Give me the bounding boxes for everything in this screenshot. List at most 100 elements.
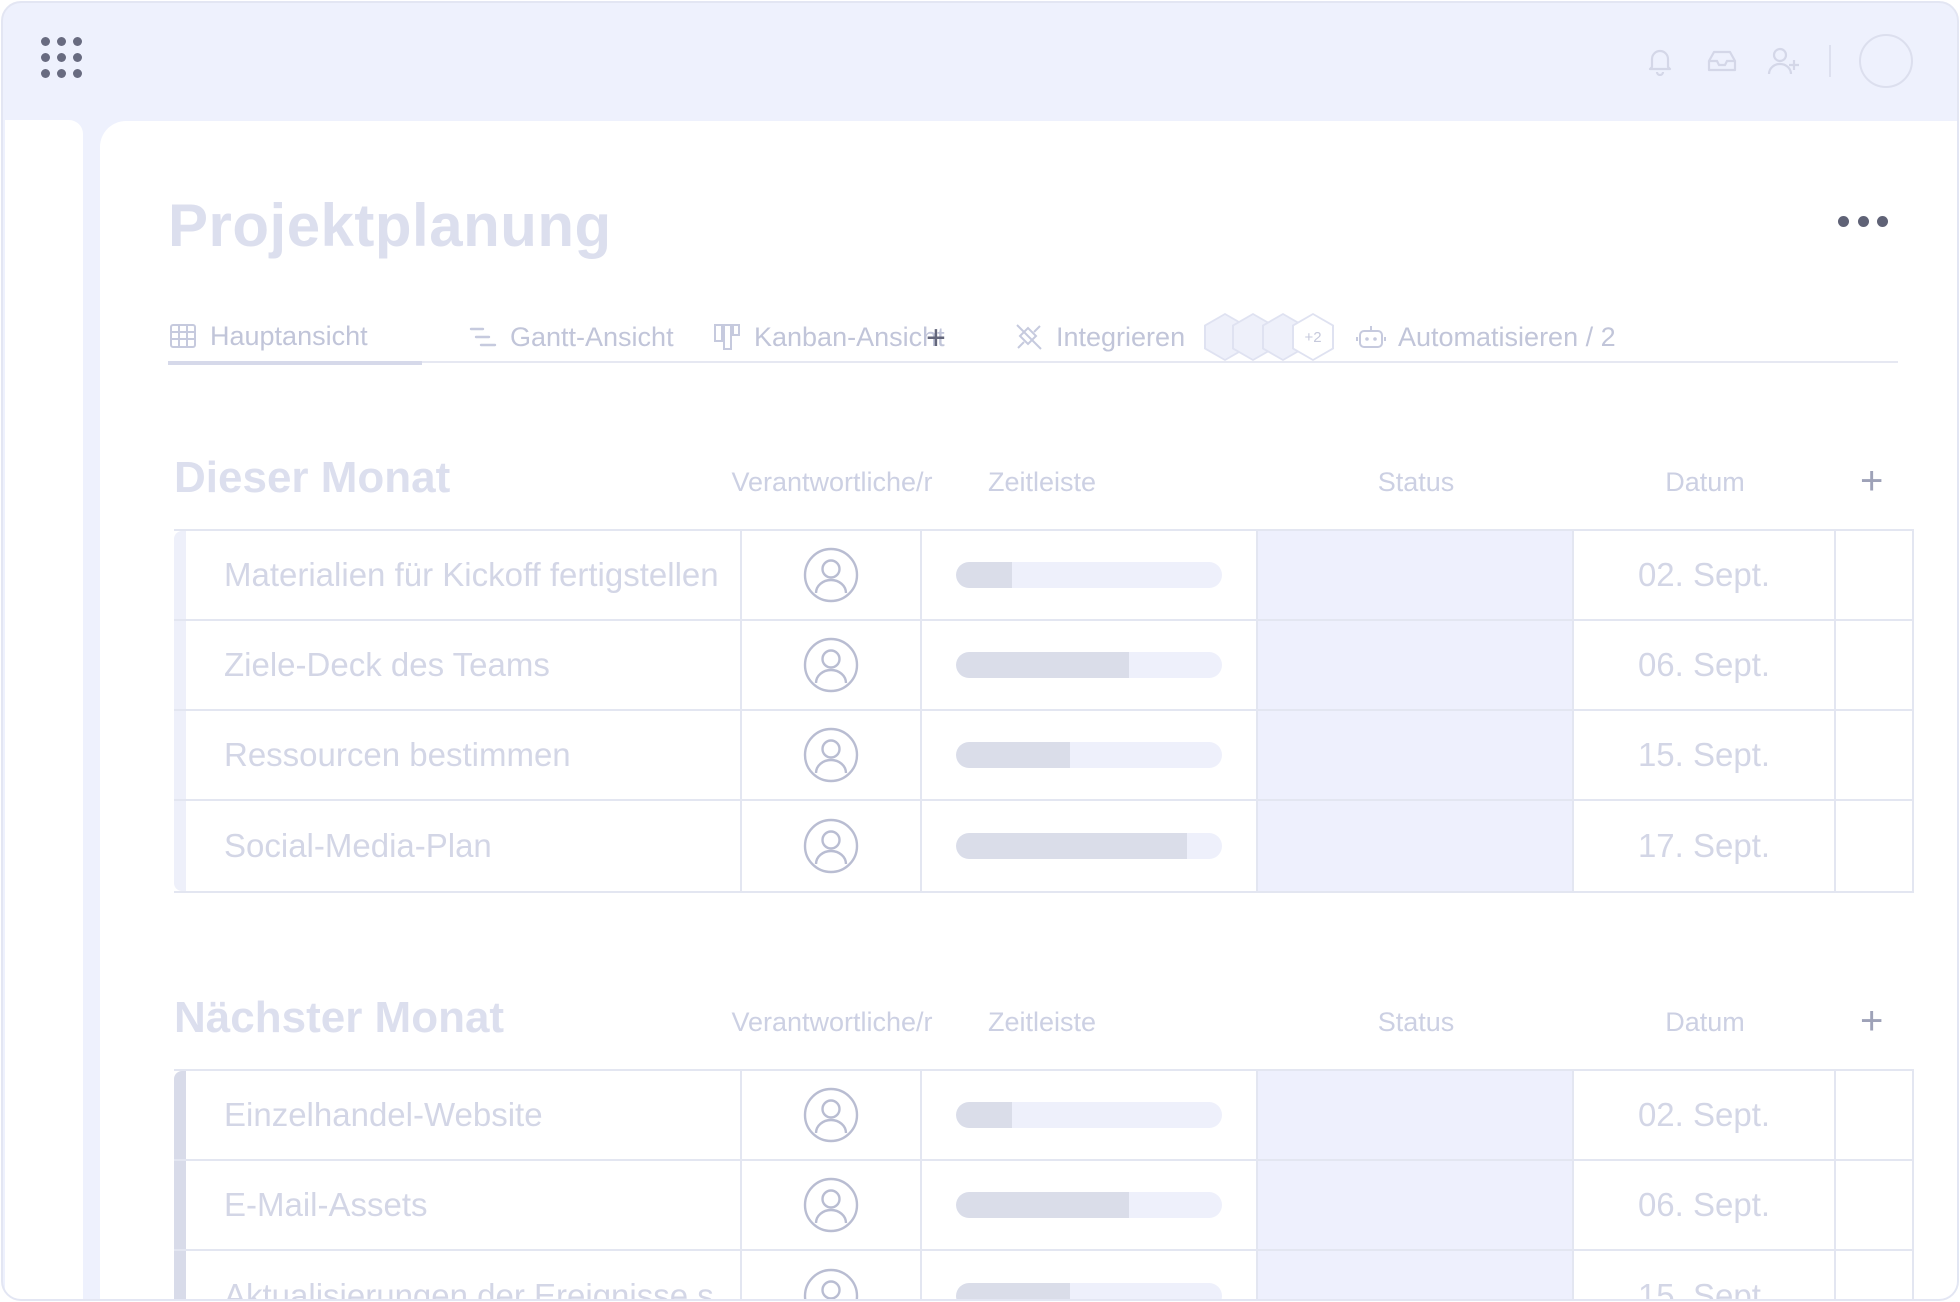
empty-cell <box>1836 1161 1914 1249</box>
tab-hauptansicht[interactable]: Hauptansicht <box>168 311 422 365</box>
timeline-bar-fill <box>956 652 1129 678</box>
date-cell[interactable]: 06. Sept. <box>1574 1161 1836 1249</box>
status-cell[interactable] <box>1258 1251 1574 1299</box>
date-cell[interactable]: 02. Sept. <box>1574 1071 1836 1159</box>
timeline-bar-fill <box>956 1283 1071 1299</box>
timeline-bar-fill <box>956 833 1188 859</box>
add-column-button[interactable]: + <box>1860 459 1883 504</box>
column-header-timeline[interactable]: Zeitleiste <box>922 1007 1162 1038</box>
column-header-date[interactable]: Datum <box>1574 467 1836 498</box>
person-icon <box>803 727 859 783</box>
date-cell[interactable]: 15. Sept. <box>1574 711 1836 799</box>
timeline-cell[interactable] <box>922 1071 1258 1159</box>
table-row[interactable]: Social-Media-Plan 17. Sept. <box>174 801 1912 891</box>
inbox-icon[interactable] <box>1705 44 1739 78</box>
timeline-cell[interactable] <box>922 711 1258 799</box>
item-name[interactable]: Materialien für Kickoff fertigstellen <box>186 531 742 619</box>
table-row[interactable]: Materialien für Kickoff fertigstellen 02.… <box>174 531 1912 621</box>
group-title: Dieser Monat <box>174 453 451 502</box>
table-row[interactable]: Ressourcen bestimmen 15. Sept. <box>174 711 1912 801</box>
owner-cell[interactable] <box>742 1251 922 1299</box>
tab-gantt[interactable]: Gantt-Ansicht <box>468 311 674 363</box>
divider <box>1829 45 1831 77</box>
automate-button[interactable]: Automatisieren / 2 <box>1356 311 1616 363</box>
empty-cell <box>1836 531 1914 619</box>
more-dots-icon[interactable] <box>1838 214 1888 228</box>
owner-cell[interactable] <box>742 621 922 709</box>
column-header-timeline[interactable]: Zeitleiste <box>922 467 1162 498</box>
timeline-cell[interactable] <box>922 621 1258 709</box>
item-name[interactable]: Einzelhandel-Website <box>186 1071 742 1159</box>
owner-cell[interactable] <box>742 1071 922 1159</box>
integration-more-badge: +2 <box>1292 313 1334 361</box>
timeline-cell[interactable] <box>922 1161 1258 1249</box>
date-cell[interactable]: 15. Sept. <box>1574 1251 1836 1299</box>
column-header-status[interactable]: Status <box>1258 1007 1574 1038</box>
status-cell[interactable] <box>1258 531 1574 619</box>
timeline-bar-fill <box>956 1102 1012 1128</box>
kanban-icon <box>712 322 742 352</box>
add-column-button[interactable]: + <box>1860 999 1883 1044</box>
empty-cell <box>1836 621 1914 709</box>
person-icon <box>803 547 859 603</box>
column-header-status[interactable]: Status <box>1258 467 1574 498</box>
timeline-cell[interactable] <box>922 1251 1258 1299</box>
avatar[interactable] <box>1859 34 1913 88</box>
status-cell[interactable] <box>1258 711 1574 799</box>
column-header-date[interactable]: Datum <box>1574 1007 1836 1038</box>
item-name[interactable]: Aktualisierungen der Ereignisse s <box>186 1251 742 1299</box>
timeline-bar <box>956 1283 1222 1299</box>
date-cell[interactable]: 06. Sept. <box>1574 621 1836 709</box>
status-cell[interactable] <box>1258 1071 1574 1159</box>
empty-cell <box>1836 711 1914 799</box>
item-name[interactable]: Ziele-Deck des Teams <box>186 621 742 709</box>
column-header-owner[interactable]: Verantwortliche/r <box>720 467 944 498</box>
owner-cell[interactable] <box>742 531 922 619</box>
top-actions <box>1643 33 1913 89</box>
status-cell[interactable] <box>1258 1161 1574 1249</box>
timeline-bar <box>956 1192 1222 1218</box>
empty-cell <box>1836 1251 1914 1299</box>
owner-cell[interactable] <box>742 711 922 799</box>
top-bar <box>3 3 1957 121</box>
date-cell[interactable]: 02. Sept. <box>1574 531 1836 619</box>
person-icon <box>803 818 859 874</box>
gantt-icon <box>468 322 498 352</box>
owner-cell[interactable] <box>742 801 922 891</box>
tab-kanban[interactable]: Kanban-Ansicht <box>712 311 945 363</box>
integrate-icon <box>1014 322 1044 352</box>
timeline-bar <box>956 742 1222 768</box>
timeline-cell[interactable] <box>922 531 1258 619</box>
timeline-bar <box>956 1102 1222 1128</box>
left-sidebar <box>5 120 83 1299</box>
group-title: Nächster Monat <box>174 993 505 1042</box>
group-naechster-monat: Nächster Monat Verantwortliche/r Zeitlei… <box>174 993 1914 1299</box>
status-cell[interactable] <box>1258 621 1574 709</box>
item-name[interactable]: Social-Media-Plan <box>186 801 742 891</box>
table-row[interactable]: Aktualisierungen der Ereignisse s 15. Sep… <box>174 1251 1914 1299</box>
bell-icon[interactable] <box>1643 44 1677 78</box>
group-dieser-monat: Dieser Monat Verantwortliche/r Zeitleist… <box>174 453 1914 893</box>
table-row[interactable]: Einzelhandel-Website 02. Sept. <box>174 1071 1912 1161</box>
date-cell[interactable]: 17. Sept. <box>1574 801 1836 891</box>
timeline-bar-fill <box>956 742 1071 768</box>
column-header-owner[interactable]: Verantwortliche/r <box>720 1007 944 1038</box>
item-name[interactable]: Ressourcen bestimmen <box>186 711 742 799</box>
add-view-button[interactable]: + <box>926 319 946 358</box>
status-cell[interactable] <box>1258 801 1574 891</box>
board-panel: Projektplanung Hauptansicht Gantt-Ansich… <box>100 121 1957 1299</box>
table-row[interactable]: Ziele-Deck des Teams 06. Sept. <box>174 621 1912 711</box>
add-user-icon[interactable] <box>1767 44 1801 78</box>
empty-cell <box>1836 1071 1914 1159</box>
timeline-cell[interactable] <box>922 801 1258 891</box>
view-tabs: Hauptansicht Gantt-Ansicht Kanban-Ansich… <box>168 311 1898 365</box>
app-window: Projektplanung Hauptansicht Gantt-Ansich… <box>1 1 1959 1301</box>
integrate-button[interactable]: Integrieren <box>1014 311 1185 363</box>
apps-grid-icon[interactable] <box>41 37 83 79</box>
owner-cell[interactable] <box>742 1161 922 1249</box>
integration-apps[interactable]: +2 <box>1204 313 1334 361</box>
person-icon <box>803 1177 859 1233</box>
item-name[interactable]: E-Mail-Assets <box>186 1161 742 1249</box>
timeline-bar-fill <box>956 1192 1129 1218</box>
table-row[interactable]: E-Mail-Assets 06. Sept. <box>174 1161 1912 1251</box>
